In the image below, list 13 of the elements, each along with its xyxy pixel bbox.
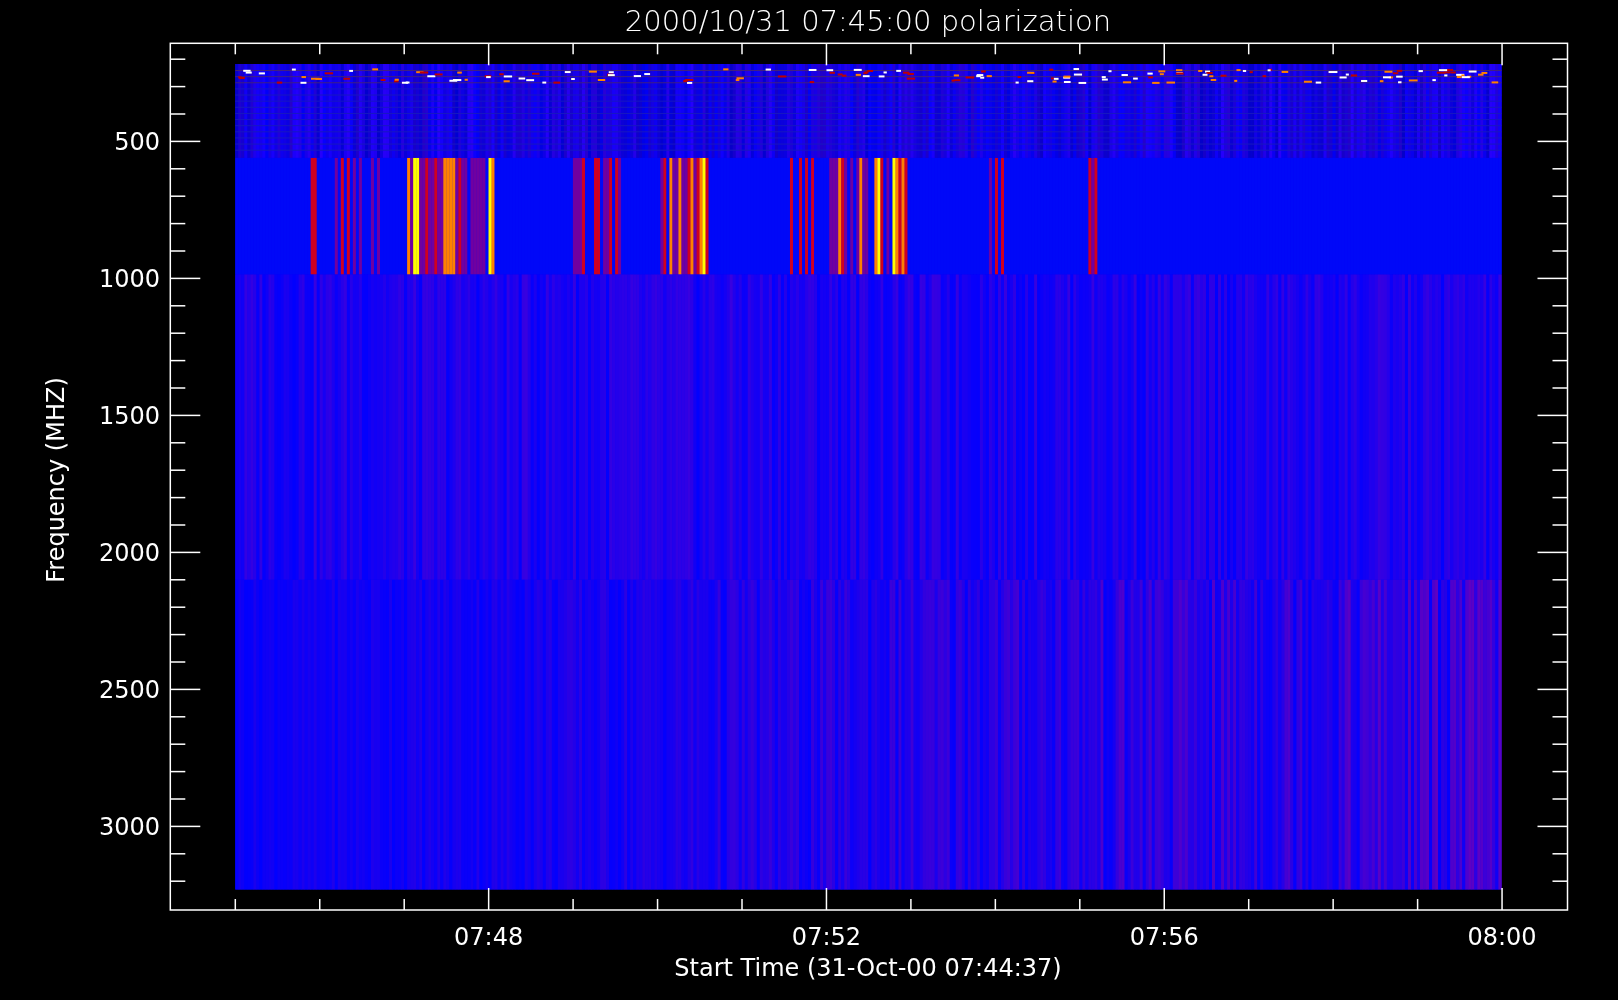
tick-label: 2000 [98, 539, 160, 568]
tick-label: 2500 [98, 676, 160, 705]
tick-label: 07:48 [454, 923, 524, 951]
tick-label: 500 [114, 128, 160, 157]
tick-label: 3000 [98, 813, 160, 842]
tick-label: 1500 [98, 402, 160, 431]
tick-label: 1000 [98, 265, 160, 294]
plot-title: 2000/10/31 07:45:00 polarization [624, 4, 1112, 38]
axis-label: Start Time (31-Oct-00 07:44:37) [674, 954, 1062, 982]
tick-label: 07:56 [1129, 923, 1199, 951]
tick-label: 07:52 [791, 923, 862, 951]
axis-label: Frequency (MHZ) [42, 377, 70, 583]
tick-label: 08:00 [1467, 923, 1537, 951]
